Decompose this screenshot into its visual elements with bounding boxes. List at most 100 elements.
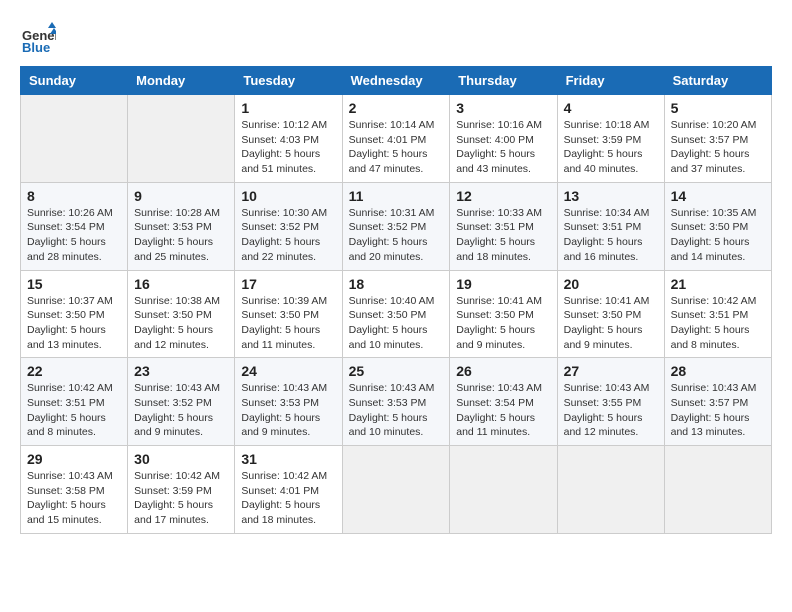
day-info: Sunrise: 10:31 AM Sunset: 3:52 PM Daylig… (349, 206, 444, 265)
calendar-cell: 1 Sunrise: 10:12 AM Sunset: 4:03 PM Dayl… (235, 95, 342, 183)
calendar-cell: 27 Sunrise: 10:43 AM Sunset: 3:55 PM Day… (557, 358, 664, 446)
calendar-cell: 2 Sunrise: 10:14 AM Sunset: 4:01 PM Dayl… (342, 95, 450, 183)
day-number: 15 (27, 276, 121, 292)
day-number: 2 (349, 100, 444, 116)
day-number: 17 (241, 276, 335, 292)
calendar-cell (450, 446, 557, 534)
day-header: Monday (128, 67, 235, 95)
logo: General Blue (20, 20, 60, 56)
day-header: Thursday (450, 67, 557, 95)
day-info: Sunrise: 10:16 AM Sunset: 4:00 PM Daylig… (456, 118, 550, 177)
day-info: Sunrise: 10:34 AM Sunset: 3:51 PM Daylig… (564, 206, 658, 265)
calendar-cell (557, 446, 664, 534)
day-info: Sunrise: 10:14 AM Sunset: 4:01 PM Daylig… (349, 118, 444, 177)
calendar-cell: 9 Sunrise: 10:28 AM Sunset: 3:53 PM Dayl… (128, 182, 235, 270)
header-row: SundayMondayTuesdayWednesdayThursdayFrid… (21, 67, 772, 95)
calendar-cell: 24 Sunrise: 10:43 AM Sunset: 3:53 PM Day… (235, 358, 342, 446)
day-info: Sunrise: 10:43 AM Sunset: 3:52 PM Daylig… (134, 381, 228, 440)
calendar-cell: 29 Sunrise: 10:43 AM Sunset: 3:58 PM Day… (21, 446, 128, 534)
calendar-cell (342, 446, 450, 534)
day-number: 19 (456, 276, 550, 292)
calendar-cell: 16 Sunrise: 10:38 AM Sunset: 3:50 PM Day… (128, 270, 235, 358)
day-info: Sunrise: 10:30 AM Sunset: 3:52 PM Daylig… (241, 206, 335, 265)
calendar-cell: 13 Sunrise: 10:34 AM Sunset: 3:51 PM Day… (557, 182, 664, 270)
day-info: Sunrise: 10:20 AM Sunset: 3:57 PM Daylig… (671, 118, 765, 177)
day-info: Sunrise: 10:43 AM Sunset: 3:57 PM Daylig… (671, 381, 765, 440)
day-info: Sunrise: 10:42 AM Sunset: 3:59 PM Daylig… (134, 469, 228, 528)
day-number: 21 (671, 276, 765, 292)
calendar-cell: 18 Sunrise: 10:40 AM Sunset: 3:50 PM Day… (342, 270, 450, 358)
day-info: Sunrise: 10:41 AM Sunset: 3:50 PM Daylig… (564, 294, 658, 353)
day-number: 30 (134, 451, 228, 467)
day-number: 16 (134, 276, 228, 292)
day-number: 25 (349, 363, 444, 379)
day-info: Sunrise: 10:41 AM Sunset: 3:50 PM Daylig… (456, 294, 550, 353)
calendar-week: 8 Sunrise: 10:26 AM Sunset: 3:54 PM Dayl… (21, 182, 772, 270)
calendar-cell: 28 Sunrise: 10:43 AM Sunset: 3:57 PM Day… (664, 358, 771, 446)
calendar-cell: 3 Sunrise: 10:16 AM Sunset: 4:00 PM Dayl… (450, 95, 557, 183)
calendar-cell: 22 Sunrise: 10:42 AM Sunset: 3:51 PM Day… (21, 358, 128, 446)
day-number: 11 (349, 188, 444, 204)
calendar-cell: 21 Sunrise: 10:42 AM Sunset: 3:51 PM Day… (664, 270, 771, 358)
day-number: 26 (456, 363, 550, 379)
day-number: 24 (241, 363, 335, 379)
day-info: Sunrise: 10:38 AM Sunset: 3:50 PM Daylig… (134, 294, 228, 353)
calendar-cell: 23 Sunrise: 10:43 AM Sunset: 3:52 PM Day… (128, 358, 235, 446)
day-header: Tuesday (235, 67, 342, 95)
calendar-cell: 15 Sunrise: 10:37 AM Sunset: 3:50 PM Day… (21, 270, 128, 358)
calendar-week: 29 Sunrise: 10:43 AM Sunset: 3:58 PM Day… (21, 446, 772, 534)
day-number: 23 (134, 363, 228, 379)
day-info: Sunrise: 10:40 AM Sunset: 3:50 PM Daylig… (349, 294, 444, 353)
day-info: Sunrise: 10:18 AM Sunset: 3:59 PM Daylig… (564, 118, 658, 177)
day-info: Sunrise: 10:43 AM Sunset: 3:55 PM Daylig… (564, 381, 658, 440)
day-number: 20 (564, 276, 658, 292)
logo-icon: General Blue (20, 20, 56, 56)
day-number: 27 (564, 363, 658, 379)
day-header: Wednesday (342, 67, 450, 95)
calendar-cell: 10 Sunrise: 10:30 AM Sunset: 3:52 PM Day… (235, 182, 342, 270)
day-info: Sunrise: 10:43 AM Sunset: 3:53 PM Daylig… (241, 381, 335, 440)
calendar-week: 1 Sunrise: 10:12 AM Sunset: 4:03 PM Dayl… (21, 95, 772, 183)
day-number: 8 (27, 188, 121, 204)
day-number: 1 (241, 100, 335, 116)
calendar-cell: 8 Sunrise: 10:26 AM Sunset: 3:54 PM Dayl… (21, 182, 128, 270)
day-info: Sunrise: 10:43 AM Sunset: 3:58 PM Daylig… (27, 469, 121, 528)
day-info: Sunrise: 10:33 AM Sunset: 3:51 PM Daylig… (456, 206, 550, 265)
day-info: Sunrise: 10:28 AM Sunset: 3:53 PM Daylig… (134, 206, 228, 265)
day-number: 22 (27, 363, 121, 379)
day-number: 4 (564, 100, 658, 116)
calendar-cell: 11 Sunrise: 10:31 AM Sunset: 3:52 PM Day… (342, 182, 450, 270)
calendar-cell: 20 Sunrise: 10:41 AM Sunset: 3:50 PM Day… (557, 270, 664, 358)
calendar-week: 22 Sunrise: 10:42 AM Sunset: 3:51 PM Day… (21, 358, 772, 446)
svg-text:Blue: Blue (22, 40, 50, 55)
day-number: 5 (671, 100, 765, 116)
day-info: Sunrise: 10:42 AM Sunset: 3:51 PM Daylig… (671, 294, 765, 353)
day-info: Sunrise: 10:35 AM Sunset: 3:50 PM Daylig… (671, 206, 765, 265)
day-number: 29 (27, 451, 121, 467)
calendar-cell: 5 Sunrise: 10:20 AM Sunset: 3:57 PM Dayl… (664, 95, 771, 183)
day-header: Friday (557, 67, 664, 95)
day-info: Sunrise: 10:26 AM Sunset: 3:54 PM Daylig… (27, 206, 121, 265)
day-number: 10 (241, 188, 335, 204)
calendar-cell: 25 Sunrise: 10:43 AM Sunset: 3:53 PM Day… (342, 358, 450, 446)
day-number: 18 (349, 276, 444, 292)
calendar-cell: 26 Sunrise: 10:43 AM Sunset: 3:54 PM Day… (450, 358, 557, 446)
day-info: Sunrise: 10:42 AM Sunset: 3:51 PM Daylig… (27, 381, 121, 440)
calendar-cell (128, 95, 235, 183)
calendar-cell: 12 Sunrise: 10:33 AM Sunset: 3:51 PM Day… (450, 182, 557, 270)
calendar-cell: 4 Sunrise: 10:18 AM Sunset: 3:59 PM Dayl… (557, 95, 664, 183)
calendar-cell: 31 Sunrise: 10:42 AM Sunset: 4:01 PM Day… (235, 446, 342, 534)
header: General Blue (20, 20, 772, 56)
day-info: Sunrise: 10:42 AM Sunset: 4:01 PM Daylig… (241, 469, 335, 528)
day-number: 31 (241, 451, 335, 467)
day-info: Sunrise: 10:12 AM Sunset: 4:03 PM Daylig… (241, 118, 335, 177)
day-info: Sunrise: 10:43 AM Sunset: 3:53 PM Daylig… (349, 381, 444, 440)
calendar-cell: 30 Sunrise: 10:42 AM Sunset: 3:59 PM Day… (128, 446, 235, 534)
day-info: Sunrise: 10:37 AM Sunset: 3:50 PM Daylig… (27, 294, 121, 353)
calendar-cell (664, 446, 771, 534)
calendar-cell: 17 Sunrise: 10:39 AM Sunset: 3:50 PM Day… (235, 270, 342, 358)
calendar-cell: 14 Sunrise: 10:35 AM Sunset: 3:50 PM Day… (664, 182, 771, 270)
day-number: 14 (671, 188, 765, 204)
day-number: 13 (564, 188, 658, 204)
calendar-week: 15 Sunrise: 10:37 AM Sunset: 3:50 PM Day… (21, 270, 772, 358)
